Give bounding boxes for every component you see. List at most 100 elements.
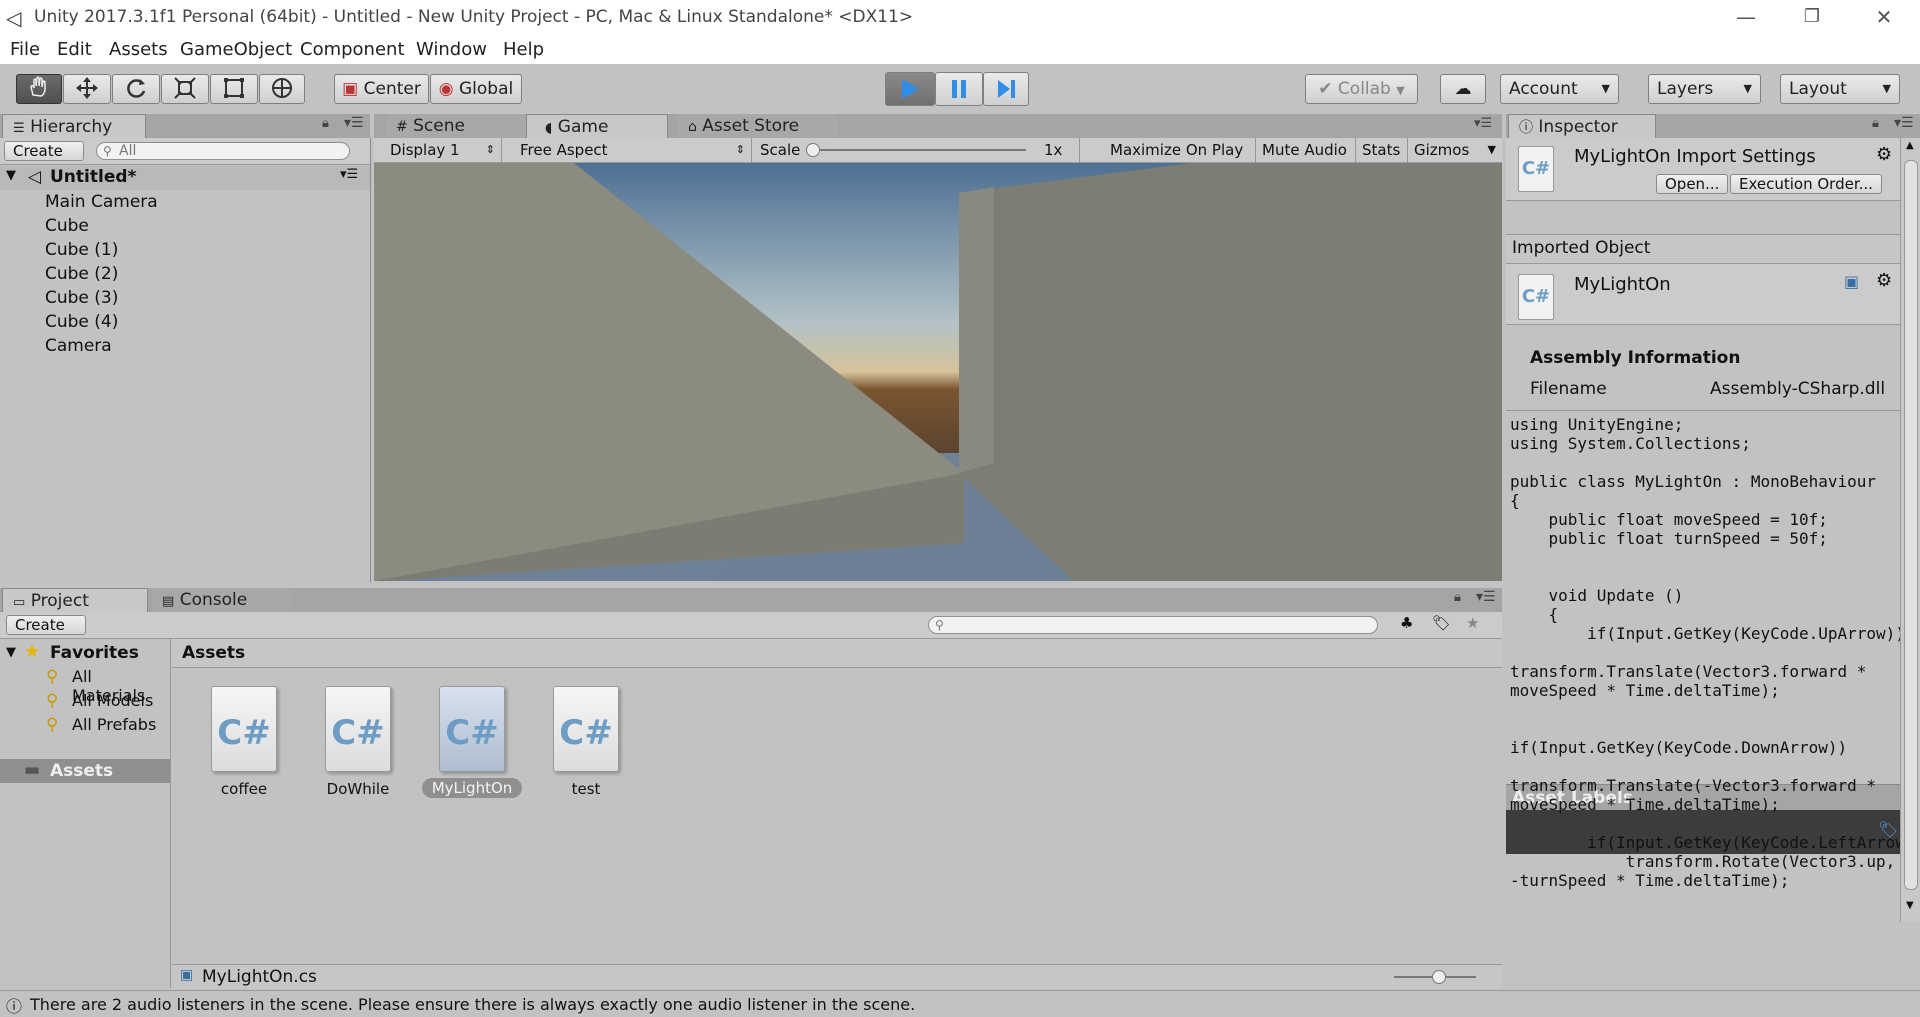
hierarchy-item-cube-4[interactable]: Cube (4) — [45, 312, 118, 332]
filter-label-icon[interactable]: 🏷︎ — [1432, 614, 1451, 632]
close-button[interactable]: ✕ — [1856, 0, 1912, 36]
scroll-up-icon[interactable]: ▲ — [1906, 140, 1914, 151]
expand-arrow-icon[interactable]: ▼ — [6, 168, 16, 183]
assembly-info-heading: Assembly Information — [1530, 348, 1741, 368]
lock-icon[interactable]: 🔒︎ — [1454, 590, 1461, 605]
scroll-down-icon[interactable]: ▼ — [1906, 900, 1914, 911]
lock-icon[interactable]: 🔒︎ — [322, 116, 329, 131]
hierarchy-item-cube-1[interactable]: Cube (1) — [45, 240, 118, 260]
hierarchy-item-camera[interactable]: Camera — [45, 336, 112, 356]
asset-tile-coffee[interactable]: C# coffee — [198, 686, 290, 798]
code-line: { — [1510, 491, 1520, 510]
panel-menu-icon[interactable]: ▾☰ — [1474, 116, 1492, 131]
asset-tile-test[interactable]: C# test — [540, 686, 632, 798]
tab-inspector-label: Inspector — [1538, 117, 1618, 137]
favorite-item-all-prefabs[interactable]: All Prefabs — [72, 715, 156, 734]
collab-dropdown[interactable]: ✔ Collab ▼ — [1305, 74, 1418, 104]
display-dropdown[interactable]: Display 1 ⇕ — [384, 138, 502, 162]
tab-scene[interactable]: # Scene — [386, 114, 526, 138]
help-book-icon[interactable]: ▣ — [1844, 272, 1859, 291]
hierarchy-create-button[interactable]: Create ▼ — [4, 141, 84, 177]
hierarchy-item-cube[interactable]: Cube — [45, 216, 89, 236]
layout-dropdown[interactable]: Layout ▼ — [1780, 74, 1900, 104]
menu-gameobject[interactable]: GameObject — [180, 39, 292, 60]
hierarchy-item-cube-3[interactable]: Cube (3) — [45, 288, 118, 308]
lock-icon[interactable]: 🔒︎ — [1872, 116, 1879, 131]
menu-window[interactable]: Window — [416, 39, 487, 60]
breadcrumb-assets[interactable]: Assets — [182, 643, 245, 663]
hierarchy-item-cube-2[interactable]: Cube (2) — [45, 264, 118, 284]
filter-type-icon[interactable]: ♣ — [1400, 614, 1413, 632]
tab-asset-store[interactable]: ⌂ Asset Store — [678, 114, 838, 138]
pivot-global-button[interactable]: ◉ Global — [430, 74, 522, 104]
open-button[interactable]: Open... — [1656, 174, 1729, 194]
project-create-button[interactable]: Create ▼ — [6, 615, 86, 651]
favorites-label[interactable]: Favorites — [50, 643, 139, 663]
hand-tool-icon[interactable] — [16, 74, 62, 104]
chevron-down-icon: ▼ — [1396, 84, 1405, 97]
stats-toggle[interactable]: Stats — [1356, 138, 1408, 162]
icon-size-slider-thumb[interactable] — [1432, 970, 1446, 984]
menu-component[interactable]: Component — [300, 39, 405, 60]
transform-tool-icon[interactable] — [259, 74, 305, 104]
pause-button[interactable] — [935, 72, 983, 106]
restore-button[interactable]: ❐ — [1784, 0, 1840, 36]
inspector-header: C# MyLightOn Import Settings ⚙ Open... E… — [1506, 138, 1900, 201]
expand-arrow-icon[interactable]: ▼ — [6, 645, 16, 660]
account-dropdown[interactable]: Account ▼ — [1500, 74, 1619, 104]
project-search-input[interactable]: ⚲ — [928, 616, 1378, 634]
hierarchy-search-input[interactable]: ⚲ All — [96, 142, 350, 160]
layers-dropdown[interactable]: Layers ▼ — [1648, 74, 1761, 104]
menu-assets[interactable]: Assets — [109, 39, 168, 60]
gear-icon[interactable]: ⚙ — [1876, 270, 1892, 291]
tab-project[interactable]: ▭ Project — [2, 588, 148, 612]
hierarchy-panel: Create ▼ ⚲ All ▼ ◁ Untitled* ▾☰ Main Cam… — [0, 138, 371, 582]
execution-order-button[interactable]: Execution Order... — [1730, 174, 1882, 194]
rotate-tool-icon[interactable] — [112, 74, 160, 104]
gear-icon[interactable]: ⚙ — [1876, 144, 1892, 165]
space-label: Global — [459, 79, 514, 99]
gizmos-dropdown[interactable]: Gizmos ▼ — [1408, 138, 1502, 162]
panel-menu-icon[interactable]: ▾☰ — [1894, 115, 1914, 131]
menu-file[interactable]: File — [10, 39, 40, 60]
tab-hierarchy[interactable]: ☰ Hierarchy — [2, 114, 146, 138]
mute-audio-toggle[interactable]: Mute Audio — [1256, 138, 1356, 162]
favorite-item-all-models[interactable]: All Models — [72, 691, 153, 710]
status-message[interactable]: There are 2 audio listeners in the scene… — [30, 995, 915, 1014]
rect-tool-icon[interactable] — [210, 74, 258, 104]
tab-console-label: Console — [179, 590, 248, 610]
tab-console[interactable]: ▤ Console — [152, 588, 292, 612]
tab-game[interactable]: ◖ Game — [526, 114, 668, 138]
scale-slider-thumb[interactable] — [806, 143, 820, 157]
code-line: -turnSpeed * Time.deltaTime); — [1510, 871, 1790, 890]
pivot-center-button[interactable]: ▣ Center — [334, 74, 429, 104]
favorite-star-icon[interactable]: ★ — [1466, 614, 1479, 632]
aspect-dropdown[interactable]: Free Aspect ⇕ — [514, 138, 752, 162]
menu-help[interactable]: Help — [503, 39, 544, 60]
scrollbar-thumb[interactable] — [1904, 160, 1918, 890]
cloud-button[interactable]: ☁ — [1440, 74, 1486, 104]
scene-row[interactable]: ▼ ◁ Untitled* ▾☰ — [0, 166, 370, 190]
maximize-on-play-toggle[interactable]: Maximize On Play — [1104, 138, 1256, 162]
tab-inspector[interactable]: ⓘ Inspector — [1508, 114, 1656, 138]
menu-edit[interactable]: Edit — [57, 39, 92, 60]
game-viewport[interactable] — [374, 163, 1502, 581]
code-line: moveSpeed * Time.deltaTime); — [1510, 795, 1780, 814]
move-tool-icon[interactable] — [63, 74, 111, 104]
asset-tile-dowhile[interactable]: C# DoWhile — [312, 686, 404, 798]
project-tabstrip: ▭ Project ▤ Console 🔒︎ ▾☰ — [0, 588, 1502, 613]
minimize-button[interactable]: — — [1718, 0, 1774, 36]
scene-menu-icon[interactable]: ▾☰ — [340, 167, 358, 182]
scale-slider-track[interactable] — [812, 149, 1026, 151]
create-label: Create — [15, 616, 65, 634]
play-button[interactable] — [885, 72, 935, 106]
assets-folder-row[interactable]: ▬ Assets — [0, 759, 170, 783]
step-button[interactable] — [983, 72, 1029, 106]
hierarchy-item-main-camera[interactable]: Main Camera — [45, 192, 158, 212]
asset-tile-mylighton[interactable]: C# MyLightOn — [416, 686, 528, 798]
panel-menu-icon[interactable]: ▾☰ — [344, 115, 364, 131]
panel-menu-icon[interactable]: ▾☰ — [1476, 589, 1496, 605]
assets-folder-label: Assets — [50, 761, 114, 781]
inspector-scrollbar[interactable]: ▲ ▼ — [1900, 138, 1920, 922]
scale-tool-icon[interactable] — [161, 74, 209, 104]
